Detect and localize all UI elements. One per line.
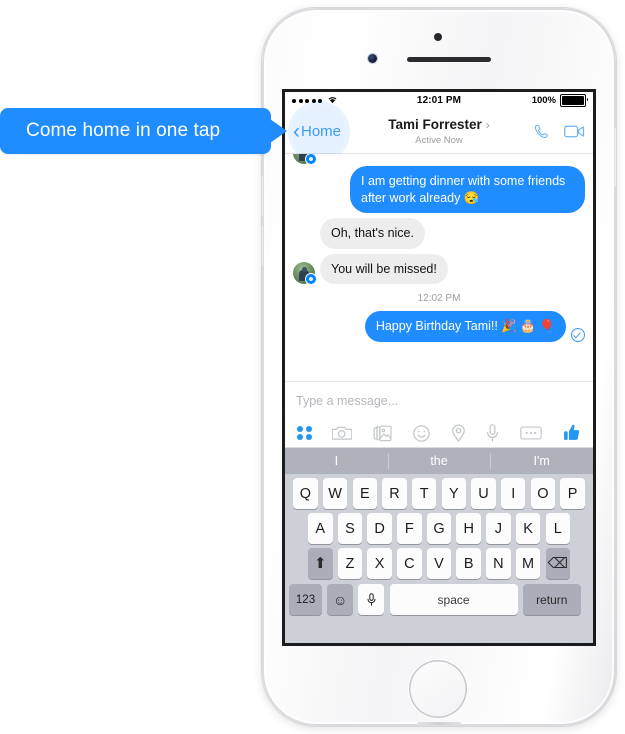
back-button-label: Home [301,122,342,140]
phone-screen: 12:01 PM 100% ‹ Home Tami Forrester › Ac… [285,92,593,643]
key-n[interactable]: N [486,548,511,579]
location-pin-icon[interactable] [451,424,466,442]
key-x[interactable]: X [367,548,392,579]
volume-up-button[interactable] [262,176,264,216]
key-d[interactable]: D [367,513,392,544]
message-input-placeholder[interactable]: Type a message... [296,394,398,408]
front-camera [368,54,377,63]
key-t[interactable]: T [411,478,437,509]
key-s[interactable]: S [337,513,363,544]
message-bubble[interactable]: You will be missed! [320,253,448,284]
contact-name-row[interactable]: Tami Forrester › [388,117,490,132]
message-bubble[interactable]: Oh, that's nice. [320,218,425,249]
key-f[interactable]: F [397,513,422,544]
numbers-key[interactable]: 123 [289,584,322,615]
message-row-outgoing-0: I am getting dinner with some friends af… [293,166,585,213]
home-button[interactable] [409,660,467,718]
video-camera-icon[interactable] [564,124,585,139]
phone-call-icon[interactable] [533,123,550,140]
key-r[interactable]: R [382,478,407,509]
thumbs-up-icon[interactable] [563,424,581,442]
backspace-key[interactable]: ⌫ [545,548,570,579]
volume-down-button[interactable] [262,226,264,266]
message-row-outgoing-last: Happy Birthday Tami!! 🎉 🎂 🎈 [293,311,585,342]
avatar[interactable] [293,262,317,285]
status-bar-time: 12:01 PM [416,95,462,106]
message-row-incoming-1: Oh, that's nice. [293,218,585,249]
composer-icon-bar [285,419,593,448]
nav-actions [533,123,585,140]
battery-icon [560,93,588,108]
key-y[interactable]: Y [441,478,467,509]
contact-name: Tami Forrester [388,117,482,132]
key-q[interactable]: Q [293,478,318,509]
conversation-nav-bar: ‹ Home Tami Forrester › Active Now [285,105,593,159]
photos-icon[interactable] [373,425,392,442]
key-g[interactable]: G [426,513,452,544]
key-l[interactable]: L [545,513,570,544]
chevron-right-icon: › [485,117,490,132]
key-u[interactable]: U [471,478,496,509]
emoji-key[interactable]: ☺ [327,584,354,615]
space-key[interactable]: space [389,584,518,615]
dictation-key[interactable] [358,584,385,615]
earpiece-speaker [407,57,491,62]
key-z[interactable]: Z [337,548,363,579]
key-a[interactable]: A [308,513,333,544]
bottom-speaker-notch [417,722,461,725]
callout-text: Come home in one tap [26,120,221,141]
prediction-2[interactable]: I'm [490,448,593,474]
keyboard-row-3: ⬆ Z X C V B N M ⌫ [285,544,593,579]
key-w[interactable]: W [322,478,348,509]
message-thread[interactable]: I am getting dinner with some friends af… [285,154,593,381]
key-i[interactable]: I [500,478,526,509]
key-m[interactable]: M [515,548,541,579]
key-b[interactable]: B [456,548,481,579]
more-dots-icon[interactable] [520,426,542,440]
previous-message-peek [293,154,585,164]
proximity-sensor [434,33,442,41]
keyboard-row-1: Q W E R T Y U I O P [285,474,593,509]
delivered-check-icon [571,327,585,342]
return-key[interactable]: return [522,584,581,615]
key-o[interactable]: O [530,478,556,509]
message-bubble[interactable]: Happy Birthday Tami!! 🎉 🎂 🎈 [364,311,566,342]
microphone-icon[interactable] [486,424,499,442]
message-timestamp: 12:02 PM [417,293,461,304]
apps-grid-icon[interactable] [297,425,312,441]
onscreen-keyboard[interactable]: I the I'm Q W E R T Y U I O P A S D F G … [285,448,593,643]
predictive-text-bar: I the I'm [285,448,593,474]
chevron-left-icon: ‹ [293,119,300,143]
camera-icon[interactable] [332,425,353,441]
messenger-badge-icon [305,154,317,164]
shift-key[interactable]: ⬆ [308,548,333,579]
power-button[interactable] [614,128,616,186]
prediction-1[interactable]: the [387,448,491,474]
keyboard-row-2: A S D F G H J K L [285,509,593,544]
iphone-device: 12:01 PM 100% ‹ Home Tami Forrester › Ac… [262,8,616,726]
key-j[interactable]: J [486,513,511,544]
status-bar: 12:01 PM 100% [285,92,593,109]
prediction-0[interactable]: I [285,448,388,474]
message-row-incoming-2: You will be missed! [293,253,585,285]
key-c[interactable]: C [397,548,422,579]
keyboard-row-4: 123 ☺ space return [285,579,593,615]
sticker-icon[interactable] [413,424,430,442]
message-bubble[interactable]: I am getting dinner with some friends af… [350,166,585,213]
message-composer[interactable]: Type a message... [285,381,593,419]
key-k[interactable]: K [515,513,541,544]
back-to-home-button[interactable]: ‹ Home [293,121,341,142]
callout-arrow-icon [270,119,287,143]
key-h[interactable]: H [456,513,481,544]
avatar [293,154,317,164]
key-e[interactable]: E [352,478,378,509]
callout-banner: Come home in one tap [0,108,287,154]
key-p[interactable]: P [560,478,585,509]
messenger-badge-icon [305,273,317,285]
key-v[interactable]: V [426,548,452,579]
